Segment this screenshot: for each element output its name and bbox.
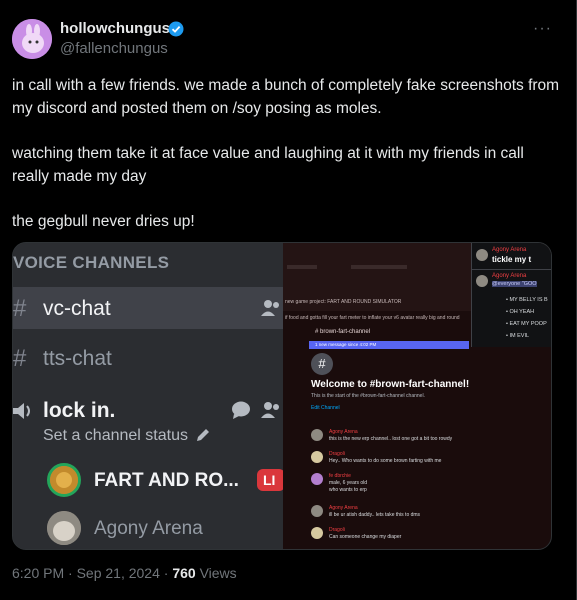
overlay-bullet: • IM EVIL xyxy=(506,333,530,339)
live-badge: LI xyxy=(257,469,285,491)
more-options-icon[interactable]: ··· xyxy=(533,20,552,38)
hash-icon: # xyxy=(13,345,27,372)
message-avatar xyxy=(311,505,323,517)
pencil-icon xyxy=(197,429,210,441)
edit-channel-link: Edit Channel xyxy=(311,405,340,411)
message-text: Can someone change my diaper xyxy=(329,534,402,540)
message-avatar xyxy=(311,473,323,485)
message-text: who wants to erp xyxy=(329,487,367,493)
overlay-avatar xyxy=(476,275,488,287)
view-count: 760 xyxy=(172,565,196,581)
tweet-media-image[interactable]: VOICE CHANNELS # vc-chat # tts-chat lock… xyxy=(12,242,552,550)
add-member-icon xyxy=(261,300,279,316)
user-name: FART AND RO... xyxy=(94,470,239,491)
views-label: Views xyxy=(195,565,237,581)
tweet-card: hollowchungus @fallenchungus ··· in call… xyxy=(0,0,577,600)
status-label: Set a channel status xyxy=(43,427,188,444)
hash-icon: # xyxy=(315,329,319,335)
overlay-text: tickle my t xyxy=(492,255,532,264)
overlay-bullet: • OH YEAH xyxy=(506,309,535,315)
tweet-timestamp[interactable]: 6:20 PM · Sep 21, 2024 · xyxy=(12,565,172,581)
message-overlay: Agony Arena tickle my t Agony Arena @eve… xyxy=(471,243,551,347)
message-text: male, 6 years old xyxy=(329,480,368,486)
channel-tts-chat: # tts-chat xyxy=(13,337,283,379)
chat-bubble-icon xyxy=(232,401,250,419)
message-text: ill be ur atish daddy.. lets take this t… xyxy=(329,512,421,518)
overlay-bullet: • MY BELLY IS B xyxy=(506,297,548,303)
message-avatar xyxy=(311,451,323,463)
overlay-avatar xyxy=(476,249,488,261)
message-author: Dragoli xyxy=(329,451,345,457)
welcome-heading: Welcome to #brown-fart-channel! xyxy=(311,379,470,390)
channel-label: vc-chat xyxy=(43,297,111,320)
top-small-text-1: new game project: FART AND ROUND SIMULAT… xyxy=(285,299,402,305)
tweet-paragraph-3: the gegbull never dries up! xyxy=(12,213,195,230)
message-author: Agony Arena xyxy=(329,505,358,511)
voice-user-fart-and-ro: FART AND RO... LI xyxy=(47,461,285,501)
channel-status-placeholder: Set a channel status xyxy=(43,427,210,445)
message-avatar xyxy=(311,429,323,441)
message-author: Agony Arena xyxy=(329,429,358,435)
top-small-text-2: if food and gotta fill your fart meter t… xyxy=(285,315,460,321)
channel-vc-chat: # vc-chat xyxy=(13,287,283,329)
user-avatar xyxy=(47,463,81,497)
message-text: Hey.. Who wants to do some brown farting… xyxy=(329,458,442,464)
channel-header-name: brown-fart-channel xyxy=(320,329,371,335)
tweet-meta: 6:20 PM · Sep 21, 2024 · 760 Views xyxy=(12,565,237,581)
overlay-author: Agony Arena xyxy=(492,247,527,253)
overlay-bullet: • EAT MY POOP xyxy=(506,321,547,327)
message-text: this is the new erp channel.. lost one g… xyxy=(329,436,453,442)
divider xyxy=(287,265,317,269)
channel-label: lock in. xyxy=(43,399,116,422)
divider xyxy=(351,265,407,269)
channel-label: tts-chat xyxy=(43,347,112,370)
divider xyxy=(472,269,551,270)
channel-header: # brown-fart-channel xyxy=(283,325,473,339)
channel-hash-icon: # xyxy=(311,353,333,375)
message-avatar xyxy=(311,527,323,539)
add-member-icon xyxy=(261,402,279,418)
new-messages-banner: 1 new message since 4:02 PM xyxy=(309,341,469,349)
user-avatar xyxy=(47,511,81,545)
hash-icon: # xyxy=(13,295,27,322)
overlay-mention: @everyone "GOO xyxy=(492,281,537,287)
verified-badge-icon xyxy=(168,21,184,37)
message-author: Dragoli xyxy=(329,527,345,533)
user-name: Agony Arena xyxy=(94,518,203,539)
message-author: fe dbrchie xyxy=(329,473,351,479)
welcome-subtext: This is the start of the #brown-fart-cha… xyxy=(311,393,425,399)
author-handle[interactable]: @fallenchungus xyxy=(60,40,168,57)
tweet-text: in call with a few friends. we made a bu… xyxy=(12,74,564,255)
speaker-icon xyxy=(13,403,30,419)
channel-lock-in: lock in. xyxy=(13,389,283,431)
overlay-author: Agony Arena xyxy=(492,273,527,279)
author-display-name[interactable]: hollowchungus xyxy=(60,20,170,37)
discord-voice-panel: VOICE CHANNELS # vc-chat # tts-chat lock… xyxy=(13,243,285,549)
voice-channels-heading: VOICE CHANNELS xyxy=(13,253,170,272)
tweet-paragraph-2: watching them take it at face value and … xyxy=(12,145,524,185)
tweet-paragraph-1: in call with a few friends. we made a bu… xyxy=(12,77,560,117)
author-avatar[interactable] xyxy=(12,19,52,59)
voice-user-agony-arena: Agony Arena xyxy=(47,509,283,549)
